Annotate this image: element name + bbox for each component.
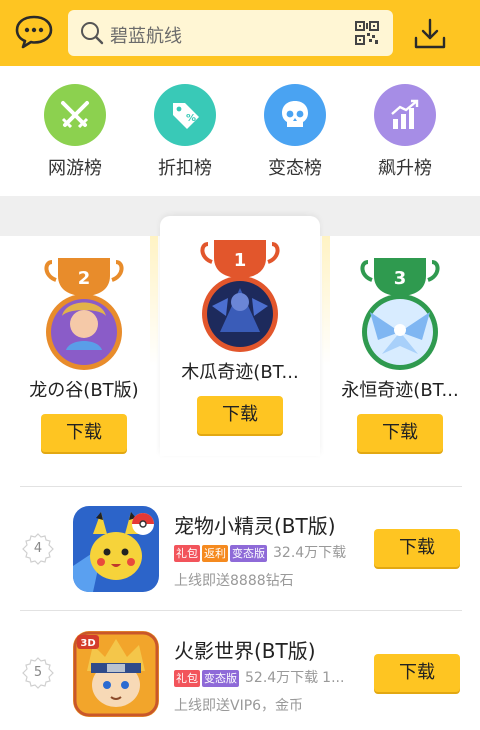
silver-medal-icon: 2 — [42, 254, 126, 378]
skull-icon — [264, 84, 326, 146]
search-bar[interactable]: 碧蓝航线 — [68, 10, 393, 56]
download-button[interactable]: 下载 — [374, 529, 460, 567]
search-input[interactable]: 碧蓝航线 — [110, 22, 182, 48]
app-description: 上线即送8888钻石 — [174, 573, 294, 589]
tag-bt-version: 变态版 — [202, 670, 239, 687]
rank-badge: 5 — [22, 657, 54, 689]
game-name: 木瓜奇迹(BT... — [181, 362, 299, 383]
medal-rank-number: 3 — [394, 268, 407, 289]
podium-item-rank-2[interactable]: 2 龙の谷(BT版) 下载 — [14, 254, 154, 452]
app-description: 上线即送VIP6，金币 — [174, 698, 304, 714]
podium-item-rank-1[interactable]: 1 木瓜奇迹(BT... 下载 — [170, 236, 310, 434]
download-button[interactable]: 下载 — [41, 414, 127, 452]
game-name: 龙の谷(BT版) — [29, 380, 139, 401]
rising-chart-icon — [374, 84, 436, 146]
category-online-games[interactable]: 网游榜 — [30, 84, 120, 180]
medal-rank-number: 2 — [78, 268, 91, 289]
download-extra: 1... — [322, 670, 345, 686]
decorative-glow — [322, 236, 330, 366]
tag-bt-version: 变态版 — [230, 545, 267, 562]
category-nav: 网游榜 % 折扣榜 变态榜 飙升榜 — [0, 66, 480, 196]
price-tag-icon: % — [154, 84, 216, 146]
svg-text:%: % — [186, 113, 196, 124]
download-button[interactable]: 下载 — [374, 654, 460, 692]
chat-bubble-icon[interactable] — [14, 14, 54, 50]
category-label: 折扣榜 — [158, 158, 212, 179]
tag-row: 礼包 变态版 52.4万下载 1... — [174, 670, 344, 688]
category-bt[interactable]: 变态榜 — [250, 84, 340, 180]
crossed-swords-icon — [44, 84, 106, 146]
search-icon — [80, 21, 104, 45]
bronze-medal-icon: 3 — [358, 254, 442, 378]
qr-code-icon[interactable] — [355, 21, 379, 45]
tag-rebate: 返利 — [202, 545, 228, 562]
top-bar: 碧蓝航线 — [0, 0, 480, 66]
rank-badge: 4 — [22, 533, 54, 565]
game-name: 永恒奇迹(BT... — [341, 380, 459, 401]
download-button[interactable]: 下载 — [357, 414, 443, 452]
download-count: 32.4万下载 — [273, 545, 347, 561]
download-count: 52.4万下载 — [245, 670, 319, 686]
app-name: 宠物小精灵(BT版) — [174, 514, 336, 538]
top-three-podium: 2 龙の谷(BT版) 下载 1 木瓜奇迹(BT... 下载 3 永恒奇迹(BT.… — [0, 216, 480, 486]
tag-gift: 礼包 — [174, 545, 200, 562]
category-label: 变态榜 — [268, 158, 322, 179]
podium-item-rank-3[interactable]: 3 永恒奇迹(BT... 下载 — [330, 254, 470, 452]
tag-row: 礼包 返利 变态版 32.4万下载 — [174, 545, 346, 563]
tag-gift: 礼包 — [174, 670, 200, 687]
category-label: 飙升榜 — [378, 158, 432, 179]
medal-rank-number: 1 — [234, 250, 247, 271]
download-icon[interactable] — [412, 16, 448, 52]
download-button[interactable]: 下载 — [197, 396, 283, 434]
category-rising[interactable]: 飙升榜 — [360, 84, 450, 180]
category-discount[interactable]: % 折扣榜 — [140, 84, 230, 180]
app-name: 火影世界(BT版) — [174, 639, 316, 663]
app-icon[interactable]: 3D — [73, 631, 159, 717]
app-icon[interactable] — [73, 506, 159, 592]
list-item[interactable]: 5 3D 火影世界(BT版) 礼包 变态版 52.4万下载 1... 上线即送VIP6… — [0, 611, 480, 730]
rank-number: 5 — [33, 665, 43, 680]
gold-medal-icon: 1 — [198, 236, 282, 360]
category-label: 网游榜 — [48, 158, 102, 179]
svg-text:3D: 3D — [80, 638, 95, 649]
rank-number: 4 — [33, 541, 43, 556]
list-item[interactable]: 4 宠物小精灵(BT版) 礼包 返利 变态版 32.4万下载 上线即送8888钻… — [0, 486, 480, 610]
